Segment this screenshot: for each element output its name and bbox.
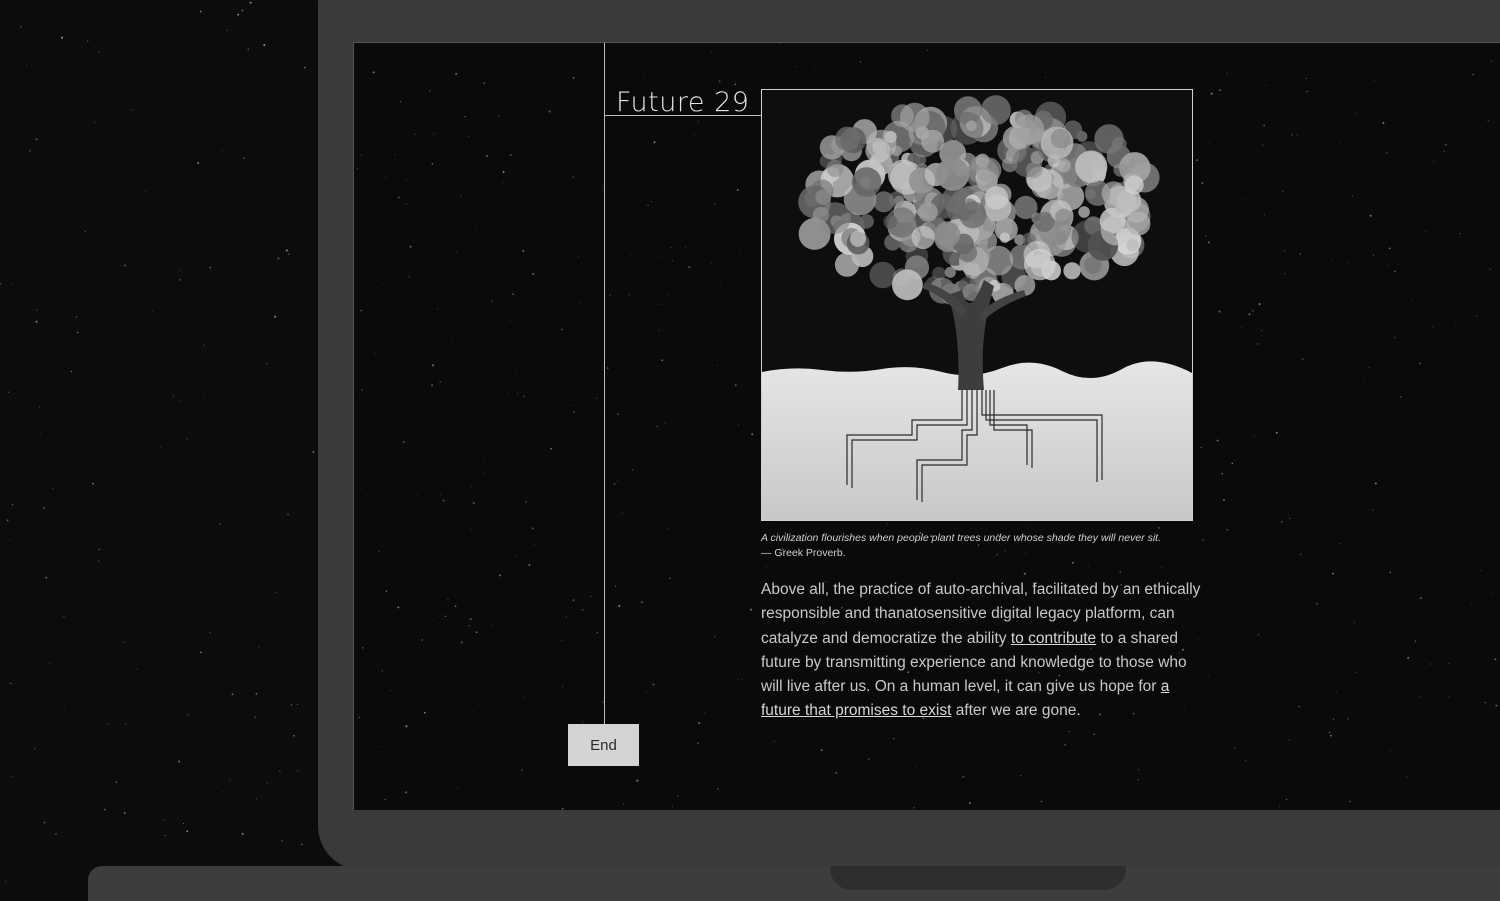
paragraph-text: after we are gone. <box>951 702 1081 720</box>
page-title: Future 29 <box>616 87 750 118</box>
laptop-base <box>88 866 1500 901</box>
caption-source: — Greek Proverb. <box>761 547 846 559</box>
link-to-contribute[interactable]: to contribute <box>1011 630 1096 647</box>
caption-quote: A civilization flourishes when people pl… <box>761 532 1161 544</box>
laptop-notch <box>830 866 1126 890</box>
timeline-line <box>604 43 605 743</box>
figure-caption: A civilization flourishes when people pl… <box>761 531 1201 561</box>
body-paragraph: Above all, the practice of auto-archival… <box>761 578 1201 724</box>
scene-background: Future 29 A civilization flourishes when… <box>0 0 1500 901</box>
end-button[interactable]: End <box>568 724 639 766</box>
tree-illustration <box>761 89 1193 521</box>
tree-with-circuit-roots-icon <box>762 90 1192 520</box>
laptop-screen: Future 29 A civilization flourishes when… <box>353 42 1500 810</box>
